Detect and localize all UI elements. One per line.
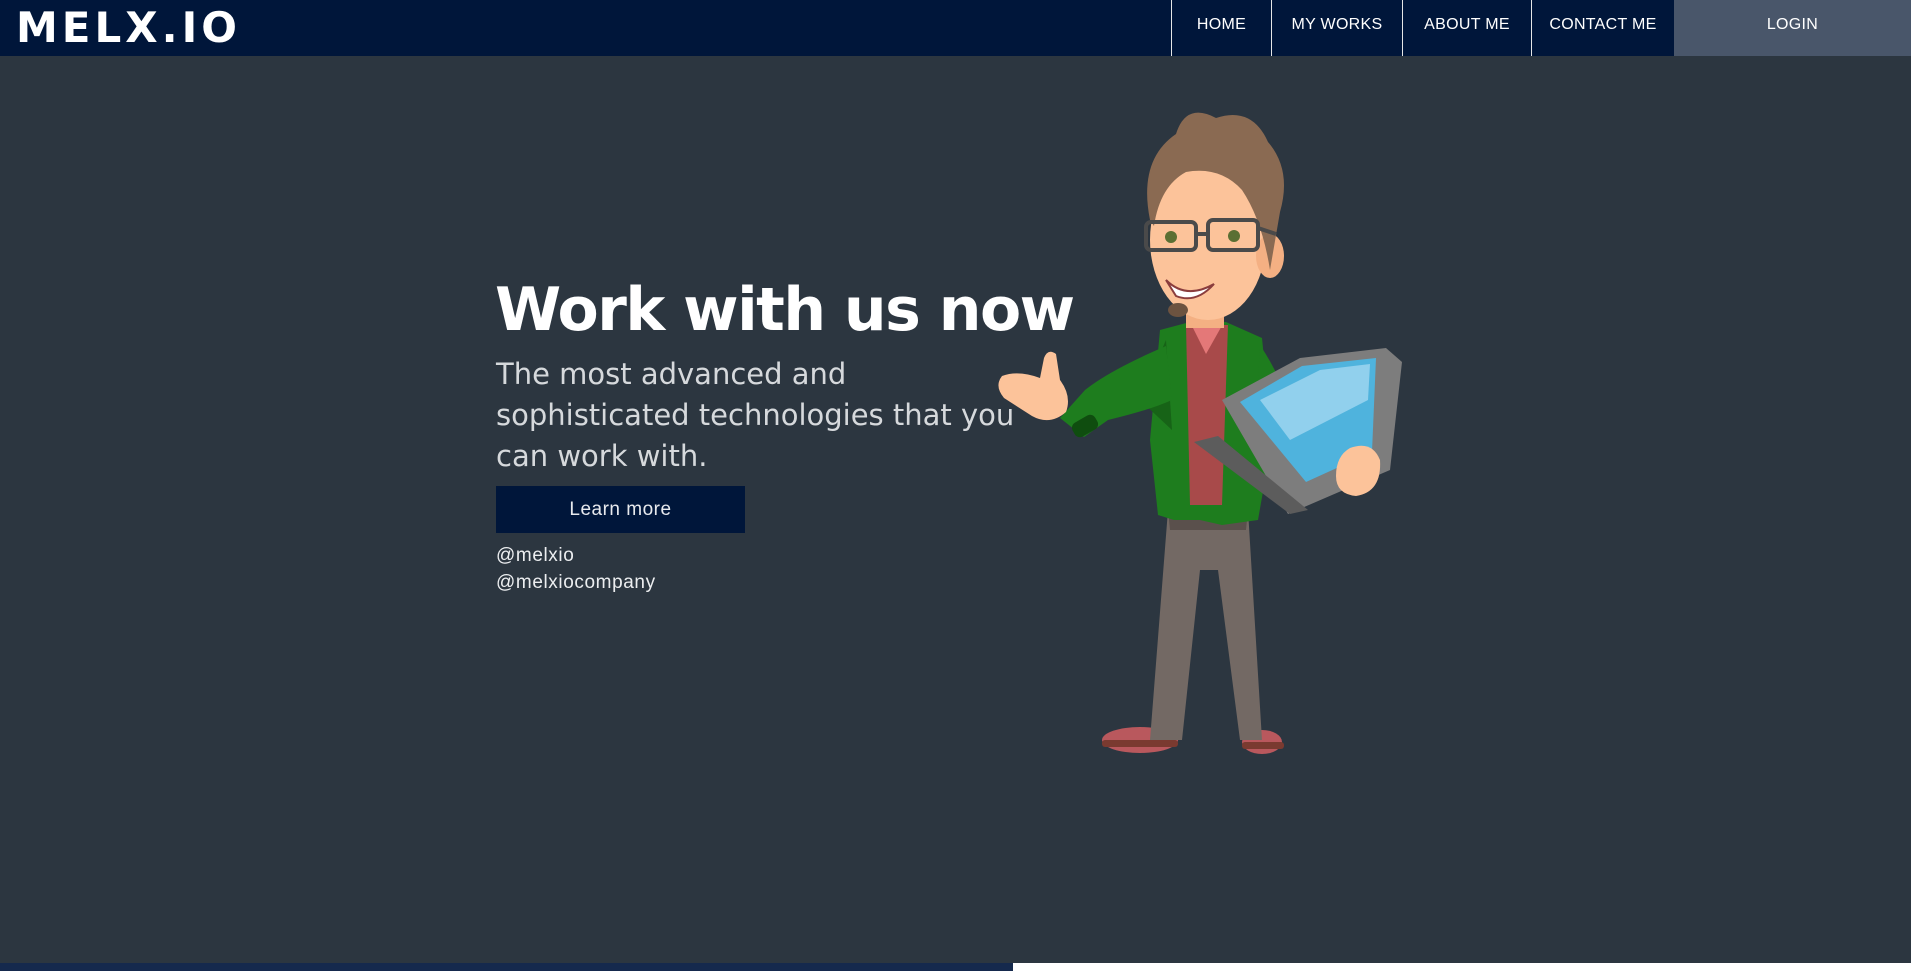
- login-button[interactable]: LOGIN: [1674, 0, 1911, 56]
- top-navigation-bar: MELX.IO HOME MY WORKS ABOUT ME CONTACT M…: [0, 0, 1911, 56]
- scroll-progress-fill: [0, 963, 1013, 971]
- hero-title: Work with us now: [495, 275, 1075, 345]
- site-logo[interactable]: MELX.IO: [16, 2, 241, 54]
- nav-item-home[interactable]: HOME: [1171, 0, 1271, 56]
- nav-item-my-works[interactable]: MY WORKS: [1271, 0, 1402, 56]
- main-nav: HOME MY WORKS ABOUT ME CONTACT ME: [1171, 0, 1674, 56]
- nav-item-about-me[interactable]: ABOUT ME: [1402, 0, 1531, 56]
- learn-more-button[interactable]: Learn more: [496, 486, 745, 533]
- nav-item-contact-me[interactable]: CONTACT ME: [1531, 0, 1674, 56]
- developer-mascot-with-laptop-icon: [998, 112, 1402, 754]
- social-handle-melxio[interactable]: @melxio: [496, 545, 574, 567]
- hero-subtitle: The most advanced and sophisticated tech…: [496, 357, 1015, 473]
- scroll-progress-bar: [0, 963, 1911, 971]
- social-handle-melxiocompany[interactable]: @melxiocompany: [496, 572, 656, 594]
